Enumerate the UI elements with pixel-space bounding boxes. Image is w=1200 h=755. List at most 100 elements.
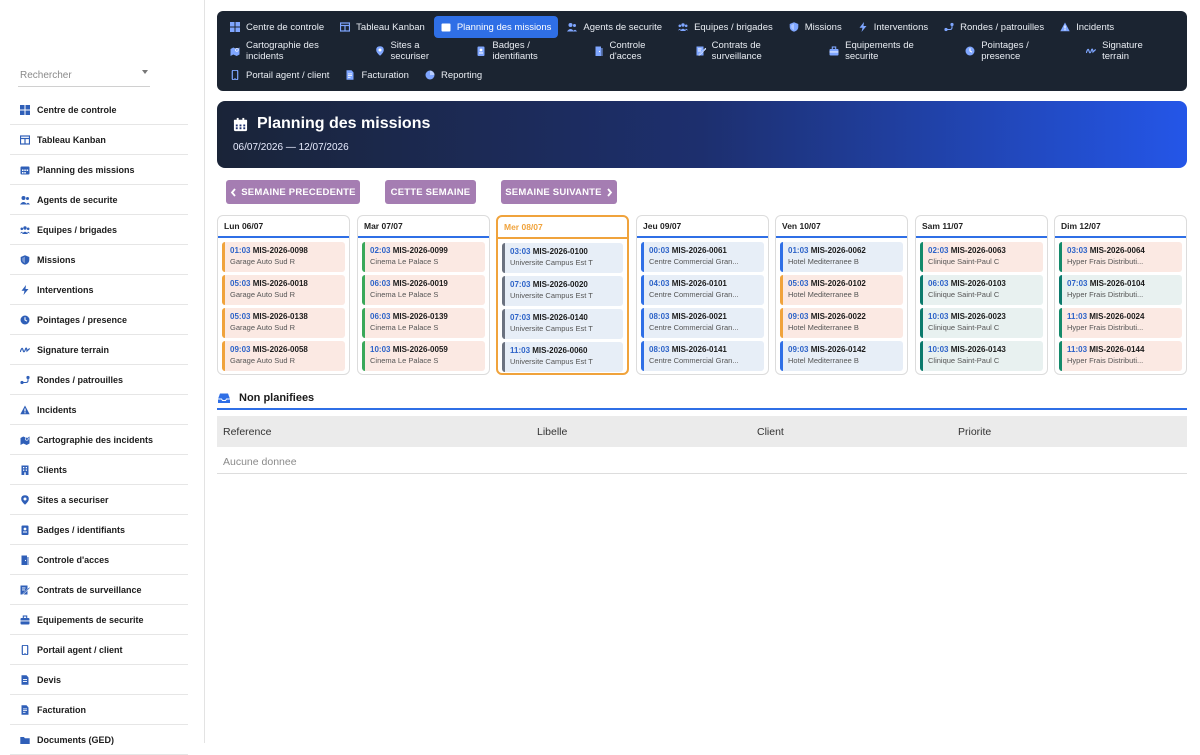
- sidebar-item-tableau-kanban[interactable]: Tableau Kanban: [10, 125, 188, 155]
- week-range: 06/07/2026 — 12/07/2026: [233, 142, 349, 153]
- nav-item-controle-d-acces[interactable]: Controle d'acces: [587, 40, 687, 62]
- nav-item-centre-de-controle[interactable]: Centre de controle: [223, 16, 331, 38]
- mission-card[interactable]: 00:03 MIS-2026-0061 Centre Commercial Gra…: [641, 242, 764, 272]
- sidebar-item-centre-de-controle[interactable]: Centre de controle: [10, 95, 188, 125]
- mission-card[interactable]: 11:03 MIS-2026-0144 Hyper Frais Distribut…: [1059, 341, 1182, 371]
- top-navigation: Centre de controle Tableau Kanban Planning…: [217, 11, 1187, 91]
- mission-card[interactable]: 11:03 MIS-2026-0024 Hyper Frais Distribut…: [1059, 308, 1182, 338]
- mission-card[interactable]: 05:03 MIS-2026-0018 Garage Auto Sud R: [222, 275, 345, 305]
- sidebar-item-sites-a-securiser[interactable]: Sites a securiser: [10, 485, 188, 515]
- mission-card[interactable]: 08:03 MIS-2026-0021 Centre Commercial Gra…: [641, 308, 764, 338]
- nav-row: Centre de controle Tableau Kanban Planning…: [223, 15, 1181, 39]
- mission-card[interactable]: 09:03 MIS-2026-0058 Garage Auto Sud R: [222, 341, 345, 371]
- mission-time: 09:03: [230, 345, 251, 354]
- sidebar-item-signature-terrain[interactable]: Signature terrain: [10, 335, 188, 365]
- mission-card[interactable]: 03:03 MIS-2026-0100 Universite Campus Est…: [502, 243, 623, 273]
- mission-card[interactable]: 11:03 MIS-2026-0060 Universite Campus Est…: [502, 342, 623, 372]
- mission-card[interactable]: 07:03 MIS-2026-0020 Universite Campus Est…: [502, 276, 623, 306]
- mission-card[interactable]: 09:03 MIS-2026-0142 Hotel Mediterranee B: [780, 341, 903, 371]
- column-client[interactable]: Client: [757, 426, 784, 438]
- sidebar-item-agents-de-securite[interactable]: Agents de securite: [10, 185, 188, 215]
- sidebar-item-contrats-de-surveillance[interactable]: Contrats de surveillance: [10, 575, 188, 605]
- search-select[interactable]: Rechercher: [18, 63, 150, 87]
- mission-card[interactable]: 10:03 MIS-2026-0059 Cinema Le Palace S: [362, 341, 485, 371]
- door-icon: [594, 46, 605, 57]
- sidebar-item-missions[interactable]: Missions: [10, 245, 188, 275]
- sidebar-item-rondes-patrouilles[interactable]: Rondes / patrouilles: [10, 365, 188, 395]
- mission-site: Cinema Le Palace S: [370, 356, 439, 365]
- nav-item-contrats-de-surveillance[interactable]: Contrats de surveillance: [689, 40, 820, 62]
- column-reference[interactable]: Reference: [223, 426, 271, 438]
- sidebar-item-planning-des-missions[interactable]: Planning des missions: [10, 155, 188, 185]
- board-icon: [19, 134, 30, 145]
- clock-icon: [965, 46, 976, 57]
- day-column: Mer 08/07 03:03 MIS-2026-0100 Universite C…: [496, 215, 629, 375]
- sidebar-item-facturation[interactable]: Facturation: [10, 695, 188, 725]
- mission-card[interactable]: 05:03 MIS-2026-0138 Garage Auto Sud R: [222, 308, 345, 338]
- nav-item-incidents[interactable]: Incidents: [1053, 16, 1121, 38]
- mission-card[interactable]: 10:03 MIS-2026-0143 Clinique Saint-Paul C: [920, 341, 1043, 371]
- mission-card[interactable]: 01:03 MIS-2026-0062 Hotel Mediterranee B: [780, 242, 903, 272]
- mission-card[interactable]: 08:03 MIS-2026-0141 Centre Commercial Gra…: [641, 341, 764, 371]
- sidebar-item-cartographie-des-incidents[interactable]: Cartographie des incidents: [10, 425, 188, 455]
- mission-site: Hyper Frais Distributi...: [1067, 290, 1144, 299]
- sidebar-item-incidents[interactable]: Incidents: [10, 395, 188, 425]
- warning-icon: [19, 404, 30, 415]
- nav-item-cartographie-des-incidents[interactable]: Cartographie des incidents: [223, 40, 366, 62]
- sidebar-item-interventions[interactable]: Interventions: [10, 275, 188, 305]
- nav-item-equipements-de-securite[interactable]: Equipements de securite: [822, 40, 956, 62]
- sidebar-item-portail-agent-client[interactable]: Portail agent / client: [10, 635, 188, 665]
- nav-item-agents-de-securite[interactable]: Agents de securite: [560, 16, 669, 38]
- nav-item-label: Facturation: [361, 69, 409, 81]
- sidebar-item-badges-identifiants[interactable]: Badges / identifiants: [10, 515, 188, 545]
- nav-item-tableau-kanban[interactable]: Tableau Kanban: [333, 16, 432, 38]
- sidebar-item-equipes-brigades[interactable]: Equipes / brigades: [10, 215, 188, 245]
- mission-card[interactable]: 10:03 MIS-2026-0023 Clinique Saint-Paul C: [920, 308, 1043, 338]
- column-libelle[interactable]: Libelle: [537, 426, 567, 438]
- mission-time: 10:03: [928, 345, 949, 354]
- nav-item-portail-agent-client[interactable]: Portail agent / client: [223, 64, 336, 86]
- column-priorite[interactable]: Priorite: [958, 426, 991, 438]
- bolt-icon: [858, 21, 869, 33]
- previous-week-button[interactable]: SEMAINE PRECEDENTE: [226, 180, 360, 204]
- mission-card[interactable]: 09:03 MIS-2026-0022 Hotel Mediterranee B: [780, 308, 903, 338]
- nav-item-signature-terrain[interactable]: Signature terrain: [1079, 40, 1179, 62]
- sidebar-item-controle-d-acces[interactable]: Controle d'acces: [10, 545, 188, 575]
- mission-code: MIS-2026-0062: [810, 246, 866, 255]
- mission-card[interactable]: 04:03 MIS-2026-0101 Centre Commercial Gra…: [641, 275, 764, 305]
- mission-code: MIS-2026-0104: [1089, 279, 1145, 288]
- mission-card[interactable]: 06:03 MIS-2026-0019 Cinema Le Palace S: [362, 275, 485, 305]
- mission-card[interactable]: 07:03 MIS-2026-0140 Universite Campus Est…: [502, 309, 623, 339]
- mission-code: MIS-2026-0103: [950, 279, 1006, 288]
- nav-item-missions[interactable]: Missions: [782, 16, 849, 38]
- mission-card[interactable]: 02:03 MIS-2026-0063 Clinique Saint-Paul C: [920, 242, 1043, 272]
- mission-time: 06:03: [370, 312, 391, 321]
- current-week-button[interactable]: CETTE SEMAINE: [385, 180, 476, 204]
- mission-card[interactable]: 06:03 MIS-2026-0103 Clinique Saint-Paul C: [920, 275, 1043, 305]
- mission-card[interactable]: 07:03 MIS-2026-0104 Hyper Frais Distribut…: [1059, 275, 1182, 305]
- sidebar-item-pointages-presence[interactable]: Pointages / presence: [10, 305, 188, 335]
- sidebar-item-equipements-de-securite[interactable]: Equipements de securite: [10, 605, 188, 635]
- sidebar-item-devis[interactable]: Devis: [10, 665, 188, 695]
- nav-item-interventions[interactable]: Interventions: [851, 16, 935, 38]
- mission-card[interactable]: 02:03 MIS-2026-0099 Cinema Le Palace S: [362, 242, 485, 272]
- nav-item-sites-a-securiser[interactable]: Sites a securiser: [368, 40, 468, 62]
- nav-item-facturation[interactable]: Facturation: [338, 64, 416, 86]
- mission-site: Hotel Mediterranee B: [788, 323, 859, 332]
- nav-item-equipes-brigades[interactable]: Equipes / brigades: [671, 16, 780, 38]
- mission-card[interactable]: 01:03 MIS-2026-0098 Garage Auto Sud R: [222, 242, 345, 272]
- mission-card[interactable]: 05:03 MIS-2026-0102 Hotel Mediterranee B: [780, 275, 903, 305]
- nav-item-reporting[interactable]: Reporting: [418, 64, 489, 86]
- next-week-button[interactable]: SEMAINE SUIVANTE: [501, 180, 617, 204]
- nav-item-planning-des-missions[interactable]: Planning des missions: [433, 16, 559, 38]
- day-column: Sam 11/07 02:03 MIS-2026-0063 Clinique Sai…: [915, 215, 1048, 375]
- nav-item-badges-identifiants[interactable]: Badges / identifiants: [469, 40, 584, 62]
- mission-card[interactable]: 06:03 MIS-2026-0139 Cinema Le Palace S: [362, 308, 485, 338]
- mission-time: 04:03: [649, 279, 670, 288]
- nav-item-pointages-presence[interactable]: Pointages / presence: [958, 40, 1077, 62]
- sidebar-item-label: Sites a securiser: [37, 494, 109, 505]
- mission-card[interactable]: 03:03 MIS-2026-0064 Hyper Frais Distribut…: [1059, 242, 1182, 272]
- nav-item-rondes-patrouilles[interactable]: Rondes / patrouilles: [937, 16, 1051, 38]
- sidebar-item-documents-ged[interactable]: Documents (GED): [10, 725, 188, 755]
- sidebar-item-clients[interactable]: Clients: [10, 455, 188, 485]
